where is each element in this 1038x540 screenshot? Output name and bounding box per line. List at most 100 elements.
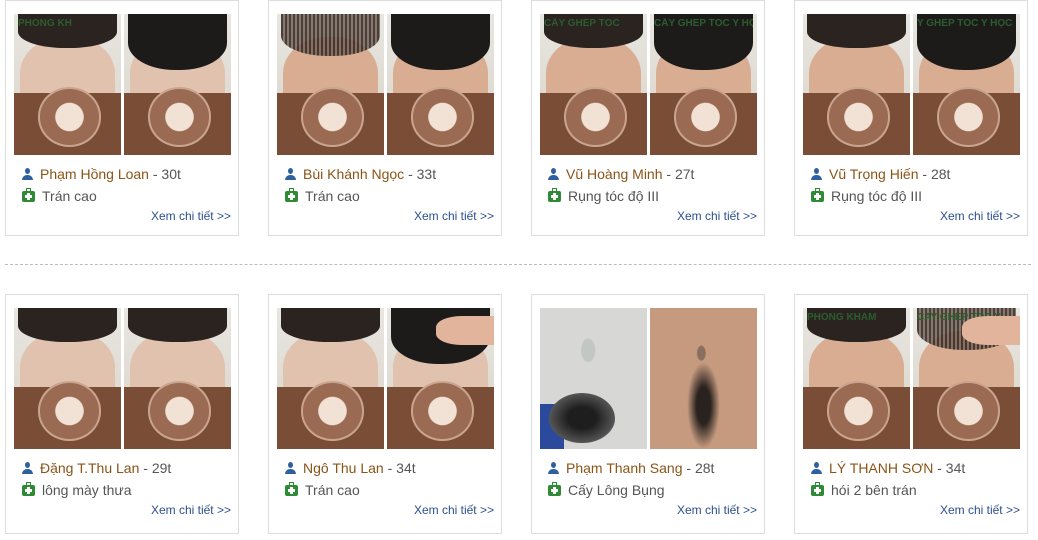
medkit-icon (811, 188, 824, 202)
user-icon (22, 462, 33, 474)
hand-in-photo (436, 316, 494, 345)
patient-name: Bùi Khánh Ngọc (303, 166, 405, 182)
case-card: Ngô Thu Lan - 34t Trán cao Xem chi tiết … (268, 294, 502, 534)
before-photo: CẤY GHÉP TÓC (540, 14, 647, 155)
patient-age: 28t (694, 460, 715, 476)
clinic-sign-text: PHONG KH (18, 18, 72, 29)
diagnosis-info: lông mày thưa (22, 481, 132, 499)
before-after-photo[interactable]: Y GHÉP TÓC Y HỌC (803, 14, 1020, 155)
view-details-link[interactable]: Xem chi tiết >> (677, 503, 757, 517)
patient-age: 34t (396, 460, 416, 476)
patient-name: Ngô Thu Lan (303, 460, 384, 476)
before-after-photo[interactable] (540, 308, 757, 449)
user-icon (285, 462, 296, 474)
clinic-sign-text: CẤY GHÉP TÓC (544, 18, 620, 29)
before-photo (14, 308, 121, 449)
patient-name: Phạm Hồng Loan (40, 166, 149, 182)
age-separator: - (933, 460, 946, 476)
diagnosis-text: Trán cao (305, 188, 360, 204)
view-details-link[interactable]: Xem chi tiết >> (151, 209, 231, 223)
case-card: Bùi Khánh Ngọc - 33t Trán cao Xem chi ti… (268, 0, 502, 236)
age-separator: - (682, 460, 695, 476)
before-after-photo[interactable] (277, 14, 494, 155)
case-card: PHÒNG KHÁM CAY GHEP TOC Y LÝ THANH SƠN -… (794, 294, 1028, 534)
row-divider (5, 264, 1031, 265)
patient-info: LÝ THANH SƠN - 34t (811, 459, 965, 477)
medkit-icon (548, 188, 561, 202)
user-icon (548, 462, 559, 474)
age-separator: - (918, 166, 931, 182)
user-icon (22, 168, 33, 180)
clinic-logo-icon (37, 86, 102, 147)
after-photo (124, 14, 231, 155)
user-icon (811, 168, 822, 180)
clinic-logo-icon (673, 86, 738, 147)
case-card: PHONG KH Phạm Hồng Loan - 30t Trán cao X… (5, 0, 239, 236)
patient-name: Phạm Thanh Sang (566, 460, 683, 476)
clinic-sign-text: Y GHÉP TÓC Y HỌC (917, 18, 1013, 29)
user-icon (811, 462, 822, 474)
medkit-icon (22, 188, 35, 202)
case-card: Đặng T.Thu Lan - 29t lông mày thưa Xem c… (5, 294, 239, 534)
after-photo (387, 308, 494, 449)
patient-name: LÝ THANH SƠN (829, 460, 934, 476)
view-details-link[interactable]: Xem chi tiết >> (677, 209, 757, 223)
diagnosis-text: Trán cao (42, 188, 97, 204)
patient-age: 27t (674, 166, 695, 182)
diagnosis-info: Trán cao (285, 187, 360, 205)
before-photo: PHÒNG KHÁM (803, 308, 910, 449)
patient-info: Đặng T.Thu Lan - 29t (22, 459, 171, 477)
clinic-sign-text: CẤY GHÉP TÓC Y HỌC (654, 18, 753, 29)
medkit-icon (285, 188, 298, 202)
before-after-photo[interactable]: PHONG KH (14, 14, 231, 155)
diagnosis-text: Rụng tóc độ III (568, 188, 660, 204)
patient-age: 28t (930, 166, 951, 182)
clinic-logo-icon (826, 86, 891, 147)
before-after-photo[interactable]: PHÒNG KHÁM CAY GHEP TOC Y (803, 308, 1020, 449)
patient-age: 33t (416, 166, 437, 182)
diagnosis-info: Rụng tóc độ III (811, 187, 922, 205)
age-separator: - (662, 166, 675, 182)
view-details-link[interactable]: Xem chi tiết >> (414, 209, 494, 223)
clinic-logo-icon (936, 380, 1001, 441)
after-photo: Y GHÉP TÓC Y HỌC (913, 14, 1020, 155)
clinic-logo-icon (37, 380, 102, 441)
before-photo (277, 14, 384, 155)
before-photo (277, 308, 384, 449)
patient-info: Bùi Khánh Ngọc - 33t (285, 165, 436, 183)
before-after-photo[interactable] (14, 308, 231, 449)
after-photo: CẤY GHÉP TÓC Y HỌC (650, 14, 757, 155)
before-after-photo[interactable]: CẤY GHÉP TÓC CẤY GHÉP TÓC Y HỌC (540, 14, 757, 155)
view-details-link[interactable]: Xem chi tiết >> (940, 503, 1020, 517)
patient-info: Ngô Thu Lan - 34t (285, 459, 416, 477)
case-card: CẤY GHÉP TÓC CẤY GHÉP TÓC Y HỌC Vũ Hoàng… (531, 0, 765, 236)
patient-info: Phạm Thanh Sang - 28t (548, 459, 714, 477)
before-after-photo[interactable] (277, 308, 494, 449)
view-details-link[interactable]: Xem chi tiết >> (414, 503, 494, 517)
before-photo: PHONG KH (14, 14, 121, 155)
diagnosis-info: Trán cao (22, 187, 97, 205)
diagnosis-info: hói 2 bên trán (811, 481, 917, 499)
age-separator: - (148, 166, 162, 182)
diagnosis-info: Rụng tóc độ III (548, 187, 659, 205)
diagnosis-text: hói 2 bên trán (831, 482, 917, 498)
patient-age: 30t (161, 166, 181, 182)
case-card: Phạm Thanh Sang - 28t Cấy Lông Bụng Xem … (531, 294, 765, 534)
clinic-logo-icon (936, 86, 1001, 147)
after-photo (124, 308, 231, 449)
user-icon (548, 168, 559, 180)
clinic-sign-text: PHÒNG KHÁM (807, 312, 877, 323)
diagnosis-text: Trán cao (305, 482, 360, 498)
view-details-link[interactable]: Xem chi tiết >> (151, 503, 231, 517)
patient-age: 34t (945, 460, 966, 476)
patient-name: Vũ Hoàng Minh (566, 166, 663, 182)
patient-info: Vũ Trọng Hiến - 28t (811, 165, 950, 183)
clinic-logo-icon (147, 86, 212, 147)
patient-name: Đặng T.Thu Lan (40, 460, 140, 476)
medkit-icon (548, 482, 561, 496)
medkit-icon (811, 482, 824, 496)
before-photo (540, 308, 647, 449)
view-details-link[interactable]: Xem chi tiết >> (940, 209, 1020, 223)
case-card: Y GHÉP TÓC Y HỌC Vũ Trọng Hiến - 28t Rụn… (794, 0, 1028, 236)
diagnosis-text: Rụng tóc độ III (831, 188, 923, 204)
